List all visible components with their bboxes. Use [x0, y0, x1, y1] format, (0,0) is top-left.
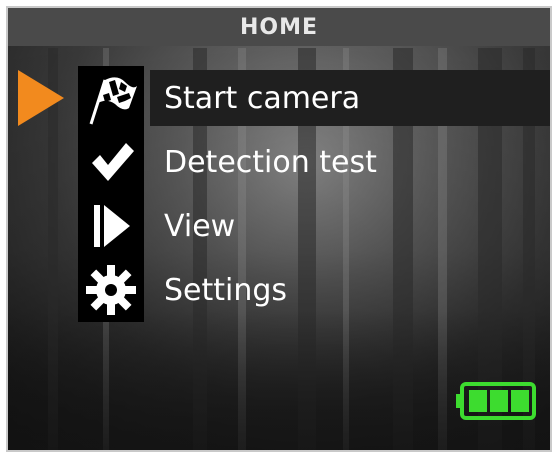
menu-item-label: View [164, 208, 236, 244]
menu-item-label: Settings [164, 272, 288, 308]
battery-cell [490, 390, 508, 412]
selection-arrow-icon [18, 70, 64, 126]
battery-cell [511, 390, 529, 412]
checkmark-icon [78, 130, 144, 194]
menu-icon-column [78, 66, 144, 322]
checkered-flag-icon [78, 66, 144, 130]
battery-cell [469, 390, 487, 412]
menu-item-label: Detection test [164, 144, 377, 180]
camera-screen: HOME Start camera Detection test View Se… [6, 6, 552, 452]
menu-item-start-camera[interactable]: Start camera [150, 70, 550, 126]
menu-item-detection-test[interactable]: Detection test [150, 134, 377, 190]
menu-item-view[interactable]: View [150, 198, 235, 254]
battery-icon [456, 382, 536, 420]
menu-item-label: Start camera [164, 80, 361, 116]
menu-item-settings[interactable]: Settings [150, 262, 287, 318]
page-title: HOME [239, 14, 319, 40]
gear-icon [78, 258, 144, 322]
play-icon [78, 194, 144, 258]
title-bar: HOME [8, 8, 550, 46]
